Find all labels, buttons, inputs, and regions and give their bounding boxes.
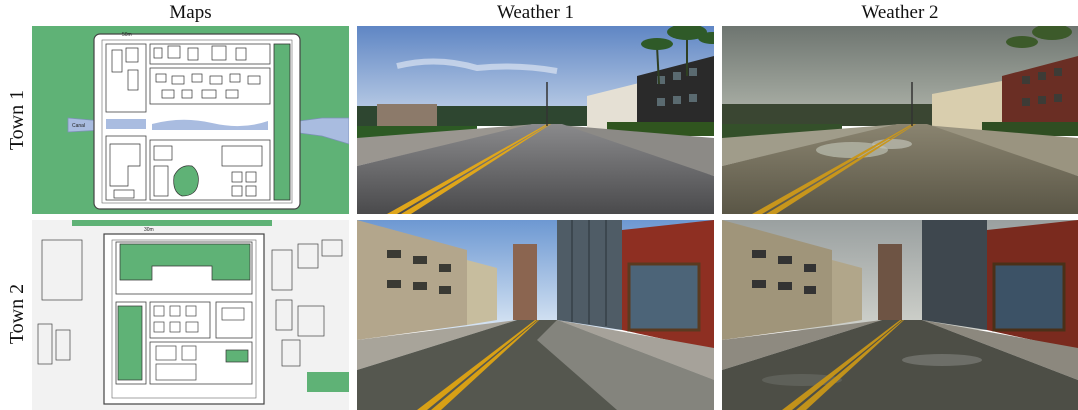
column-header-weather-2: Weather 2 bbox=[861, 2, 939, 23]
row-label-town-1: Town 1 bbox=[6, 89, 28, 151]
town-2-weather-1-view bbox=[357, 220, 714, 410]
row-label-town-2: Town 2 bbox=[6, 283, 28, 345]
town-2-weather-2-view bbox=[722, 220, 1078, 410]
town-1-river-label: Canal bbox=[72, 123, 85, 129]
town-2-scale-label: 30m bbox=[144, 227, 154, 233]
column-header-maps: Maps bbox=[169, 2, 212, 23]
town-1-weather-2-view bbox=[722, 26, 1078, 214]
town-1-scale-label: 50m bbox=[122, 32, 132, 38]
column-header-weather-1: Weather 1 bbox=[496, 2, 575, 23]
town-1-weather-1-view bbox=[357, 26, 714, 214]
town-1-map: 50m Canal bbox=[32, 26, 349, 214]
town-2-map: 30m bbox=[32, 220, 349, 410]
